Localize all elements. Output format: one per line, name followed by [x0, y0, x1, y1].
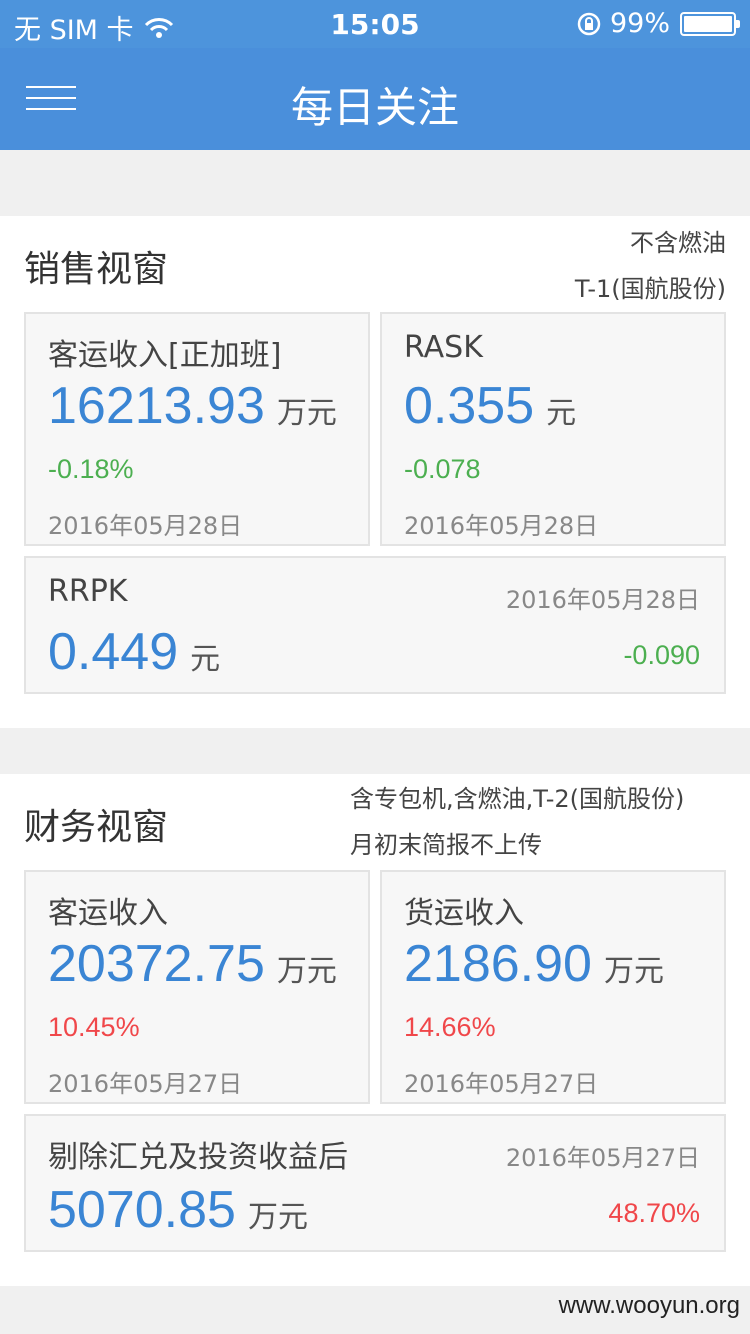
card-value-row: 2186.90 万元: [404, 934, 664, 994]
nav-bar: 每日关注: [0, 48, 750, 150]
card-date: 2016年05月28日: [48, 512, 243, 540]
card-unit: 万元: [276, 396, 337, 431]
card-unit: 元: [190, 642, 221, 677]
card-date: 2016年05月28日: [404, 512, 599, 540]
sales-note-line2: T-1(国航股份): [574, 275, 726, 303]
card-label: 客运收入: [48, 896, 168, 931]
card-change: -0.18%: [48, 454, 134, 484]
rrpk-card[interactable]: RRPK 2016年05月28日 0.449 元 -0.090: [24, 556, 726, 694]
passenger-income-card[interactable]: 客运收入 20372.75 万元 10.45% 2016年05月27日: [24, 870, 370, 1104]
card-change: 10.45%: [48, 1012, 140, 1042]
finance-section: 财务视窗 含专包机,含燃油,T-2(国航股份) 月初末简报不上传 客运收入 20…: [0, 774, 750, 1286]
card-label: RASK: [404, 330, 483, 365]
card-value: 0.449: [48, 623, 179, 681]
card-label: RRPK: [48, 574, 128, 609]
card-value: 2186.90: [404, 935, 592, 993]
watermark: www.wooyun.org: [558, 1292, 740, 1319]
card-unit: 万元: [276, 954, 337, 989]
finance-note: 含专包机,含燃油,T-2(国航股份) 月初末简报不上传: [350, 776, 684, 868]
card-value: 5070.85: [48, 1181, 236, 1239]
card-date: 2016年05月27日: [48, 1070, 243, 1098]
battery-percent: 99%: [609, 8, 670, 39]
page-title: 每日关注: [290, 83, 459, 132]
card-change: -0.090: [623, 640, 700, 670]
sales-section-title: 销售视窗: [24, 249, 169, 290]
card-value: 20372.75: [48, 935, 265, 993]
cargo-income-card[interactable]: 货运收入 2186.90 万元 14.66% 2016年05月27日: [380, 870, 726, 1104]
finance-note-line2: 月初末简报不上传: [350, 831, 542, 859]
finance-section-title: 财务视窗: [24, 807, 169, 848]
sales-note-line1: 不含燃油: [630, 229, 726, 257]
card-unit: 万元: [603, 954, 664, 989]
card-value-row: 20372.75 万元: [48, 934, 337, 994]
card-label: 客运收入[正加班]: [48, 338, 282, 373]
card-change: 48.70%: [608, 1198, 700, 1228]
status-bar: 无 SIM 卡 15:05 99%: [0, 0, 750, 48]
card-value: 16213.93: [48, 377, 265, 435]
card-value: 0.355: [404, 377, 535, 435]
card-date: 2016年05月28日: [505, 586, 700, 614]
card-date: 2016年05月27日: [505, 1144, 700, 1172]
finance-note-line1: 含专包机,含燃油,T-2(国航股份): [350, 785, 685, 813]
card-label: 货运收入: [404, 896, 524, 931]
battery-icon: [680, 11, 740, 36]
card-label: 剔除汇兑及投资收益后: [48, 1140, 348, 1175]
card-date: 2016年05月27日: [404, 1070, 599, 1098]
status-right: 99%: [576, 8, 740, 39]
card-change: -0.078: [404, 454, 481, 484]
card-value-row: 5070.85 万元: [48, 1180, 308, 1240]
card-change: 14.66%: [404, 1012, 496, 1042]
net-income-card[interactable]: 剔除汇兑及投资收益后 2016年05月27日 5070.85 万元 48.70%: [24, 1114, 726, 1252]
card-unit: 元: [546, 396, 577, 431]
passenger-revenue-card[interactable]: 客运收入[正加班] 16213.93 万元 -0.18% 2016年05月28日: [24, 312, 370, 546]
card-value-row: 16213.93 万元: [48, 376, 337, 436]
sales-note: 不含燃油 T-1(国航股份): [575, 220, 726, 312]
card-value-row: 0.355 元: [404, 376, 576, 436]
rotation-lock-icon: [577, 12, 601, 35]
card-value-row: 0.449 元: [48, 622, 220, 682]
battery-fill: [684, 15, 732, 32]
sales-section: 销售视窗 不含燃油 T-1(国航股份) 客运收入[正加班] 16213.93 万…: [0, 216, 750, 728]
rask-card[interactable]: RASK 0.355 元 -0.078 2016年05月28日: [380, 312, 726, 546]
card-unit: 万元: [247, 1200, 308, 1235]
